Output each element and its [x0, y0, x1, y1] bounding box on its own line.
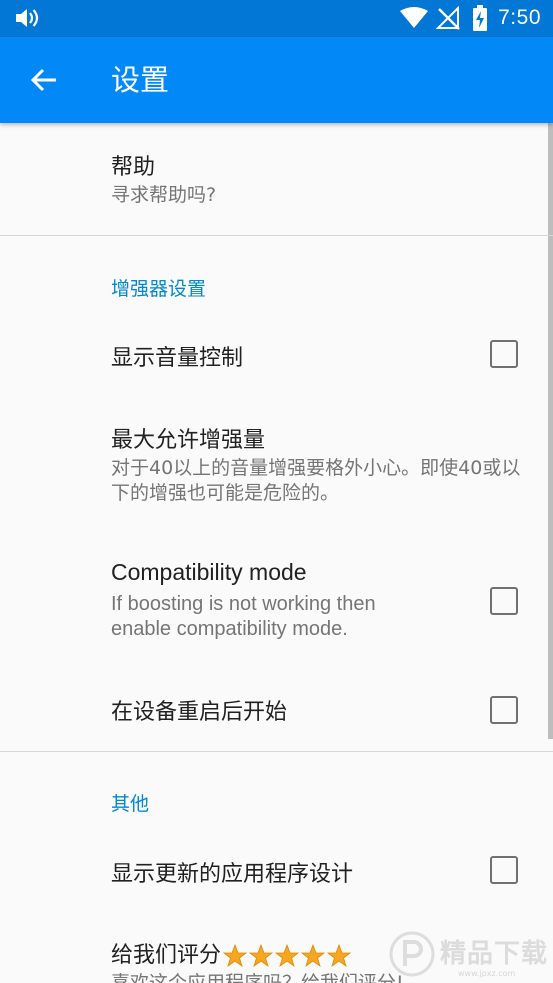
- compatibility-mode-title: Compatibility mode: [111, 559, 307, 585]
- rating-stars: [223, 944, 353, 968]
- max-boost-summary: 对于40以上的音量增强要格外小心。即使40或以下的增强也可能是危险的。: [111, 457, 521, 504]
- show-volume-control-title: 显示音量控制: [111, 346, 244, 371]
- show-new-design-title: 显示更新的应用程序设计: [111, 862, 354, 887]
- star-icon: [301, 944, 326, 968]
- divider: [0, 235, 553, 236]
- page-title: 设置: [111, 63, 170, 97]
- battery-charging-icon: [473, 5, 488, 31]
- show-new-design-preference[interactable]: 显示更新的应用程序设计: [0, 835, 553, 915]
- compatibility-mode-summary: If boosting is not working then enable c…: [111, 593, 376, 640]
- compatibility-mode-preference[interactable]: Compatibility mode If boosting is not wo…: [0, 548, 553, 668]
- star-icon: [327, 944, 352, 968]
- max-boost-title: 最大允许增强量: [111, 428, 266, 453]
- max-boost-preference[interactable]: 最大允许增强量 对于40以上的音量增强要格外小心。即使40或以下的增强也可能是危…: [0, 408, 553, 538]
- star-icon: [249, 944, 274, 968]
- show-volume-control-checkbox[interactable]: [490, 340, 518, 368]
- divider: [0, 751, 553, 752]
- clock: 7:50: [498, 6, 541, 29]
- watermark: 精品下载 www.jpxz.com: [388, 925, 553, 983]
- watermark-text: 精品下载: [440, 939, 549, 969]
- rate-us-title: 给我们评分: [111, 937, 353, 969]
- app-bar: 设置: [0, 37, 553, 123]
- help-summary: 寻求帮助吗?: [111, 184, 217, 206]
- no-signal-icon: [436, 6, 460, 30]
- volume-icon: [16, 9, 39, 27]
- show-volume-control-preference[interactable]: 显示音量控制: [0, 313, 553, 395]
- settings-list[interactable]: 帮助 寻求帮助吗? 增强器设置 显示音量控制 最大允许增强量 对于40以上的音量…: [0, 123, 553, 983]
- wifi-icon: [400, 7, 429, 28]
- rate-us-label: 给我们评分: [111, 943, 222, 968]
- star-icon: [223, 944, 248, 968]
- help-title: 帮助: [111, 155, 156, 180]
- watermark-logo-icon: [389, 931, 435, 977]
- show-new-design-checkbox[interactable]: [490, 856, 518, 884]
- status-bar: 7:50: [0, 0, 553, 37]
- arrow-left-icon[interactable]: [24, 60, 64, 100]
- category-other: 其他: [111, 793, 150, 815]
- start-on-boot-preference[interactable]: 在设备重启后开始: [0, 673, 553, 753]
- watermark-url: www.jpxz.com: [458, 969, 516, 978]
- help-preference[interactable]: 帮助 寻求帮助吗?: [0, 123, 553, 235]
- compatibility-mode-checkbox[interactable]: [490, 587, 518, 615]
- start-on-boot-title: 在设备重启后开始: [111, 700, 288, 725]
- category-booster-settings: 增强器设置: [111, 278, 207, 300]
- star-icon: [275, 944, 300, 968]
- start-on-boot-checkbox[interactable]: [490, 696, 518, 724]
